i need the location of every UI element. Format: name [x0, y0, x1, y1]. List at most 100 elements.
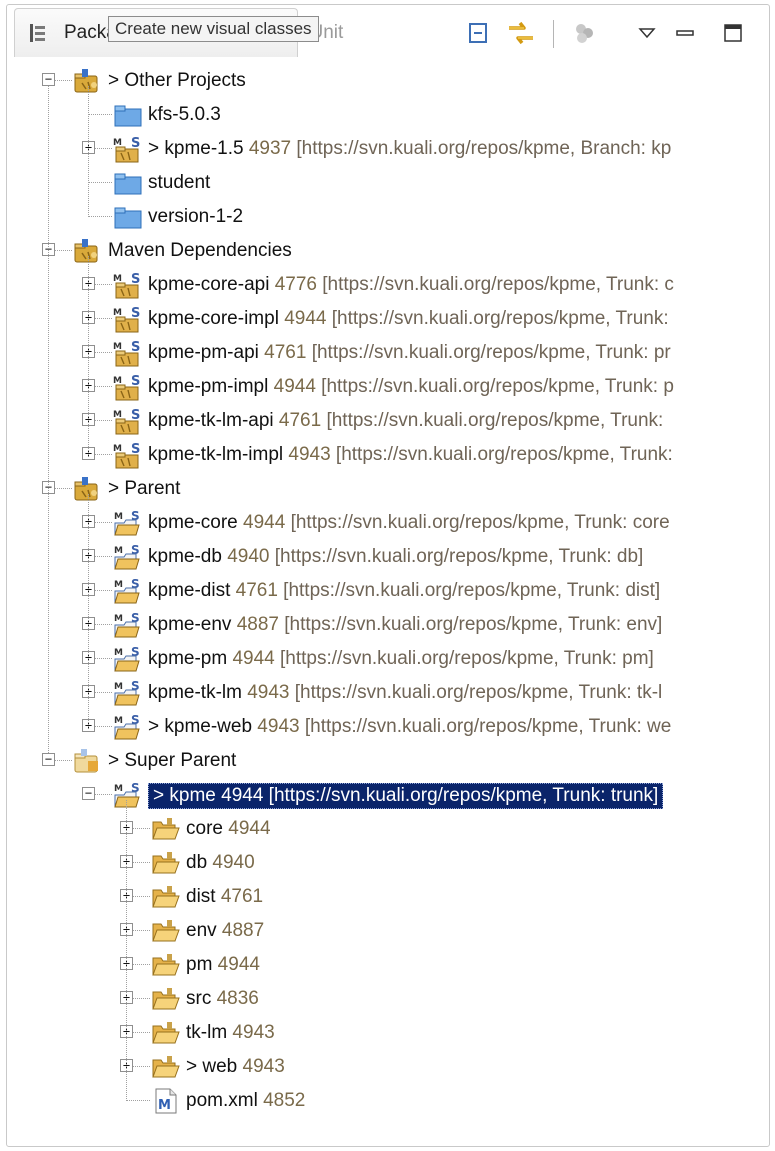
tree-item-label[interactable]: pom.xml 4852 — [186, 1089, 305, 1113]
open-folder-icon — [150, 815, 182, 843]
collapse-toggle-icon[interactable]: − — [82, 787, 95, 800]
tree-item-label[interactable]: kpme-core 4944 [https://svn.kuali.org/re… — [148, 511, 670, 535]
tree-item-label[interactable]: > kpme-1.5 4937 [https://svn.kuali.org/r… — [148, 137, 671, 161]
tree-item-label[interactable]: db 4940 — [186, 851, 255, 875]
tree-item[interactable]: + M S > kpme-1.5 4937 [https://svn.kuali… — [0, 132, 775, 166]
tree-item-label[interactable]: > Parent — [108, 477, 180, 501]
project-folder-icon: M S — [112, 781, 144, 809]
svg-text:M: M — [114, 716, 123, 726]
svn-location: [https://svn.kuali.org/repos/kpme, Trunk… — [278, 614, 663, 635]
svg-text:M: M — [114, 648, 123, 658]
item-name: kpme-core — [148, 512, 238, 533]
view-menu-icon[interactable] — [630, 16, 664, 50]
tree-item-label[interactable]: kpme-env 4887 [https://svn.kuali.org/rep… — [148, 613, 662, 637]
tree-connector — [126, 1100, 150, 1101]
item-name: kpme-tk-lm — [148, 682, 242, 703]
tree-item[interactable]: + M S kpme-dist 4761 [https://svn.kuali.… — [0, 574, 775, 608]
tree-item[interactable]: + pm 4944 — [0, 948, 775, 982]
revision-number: 4943 — [283, 444, 331, 465]
tree-item-label[interactable]: kpme-core-api 4776 [https://svn.kuali.or… — [148, 273, 674, 297]
svg-text:M: M — [114, 614, 123, 624]
tree-item[interactable]: + M S kpme-tk-lm 4943 [https://svn.kuali… — [0, 676, 775, 710]
tree-item[interactable]: + M S kpme-pm-api 4761 [https://svn.kual… — [0, 336, 775, 370]
tree-item[interactable]: + M S kpme-core-api 4776 [https://svn.ku… — [0, 268, 775, 302]
tree-item[interactable]: version-1-2 — [0, 200, 775, 234]
tree-item[interactable]: + M S kpme-tk-lm-api 4761 [https://svn.k… — [0, 404, 775, 438]
tree-item-label[interactable]: kpme-pm 4944 [https://svn.kuali.org/repo… — [148, 647, 654, 671]
tree-connector — [95, 420, 112, 421]
tree-item[interactable]: + db 4940 — [0, 846, 775, 880]
package-explorer-icon — [30, 24, 45, 42]
collapse-all-icon[interactable] — [462, 16, 496, 50]
tree-item-label[interactable]: env 4887 — [186, 919, 264, 943]
minimize-icon[interactable] — [668, 16, 702, 50]
tree-item-label[interactable]: Maven Dependencies — [108, 239, 292, 263]
tree-item-label[interactable]: version-1-2 — [148, 205, 243, 229]
revision-number: 4887 — [216, 920, 265, 941]
tree-item-label[interactable]: > kpme-web 4943 [https://svn.kuali.org/r… — [148, 715, 671, 739]
tree-item[interactable]: + core 4944 — [0, 812, 775, 846]
svn-location: [https://svn.kuali.org/repos/kpme, Trunk… — [274, 648, 654, 669]
revision-number: 4943 — [241, 682, 290, 703]
tree-item-label[interactable]: > Other Projects — [108, 69, 246, 93]
tree-connector — [95, 590, 112, 591]
revision-number: 4836 — [211, 988, 259, 1009]
tree-item-label[interactable]: kfs-5.0.3 — [148, 103, 221, 127]
tree-group-parent[interactable]: − > Parent — [0, 472, 775, 506]
tree-item-label[interactable]: kpme-db 4940 [https://svn.kuali.org/repo… — [148, 545, 643, 569]
tree-connector — [88, 182, 112, 183]
link-with-editor-icon[interactable] — [504, 16, 538, 50]
tree-item[interactable]: + dist 4761 — [0, 880, 775, 914]
revision-number: 4944 — [237, 512, 286, 533]
tree-group-super-parent[interactable]: − > Super Parent — [0, 744, 775, 778]
tree-item-label[interactable]: kpme-tk-lm-api 4761 [https://svn.kuali.o… — [148, 409, 663, 433]
tree-item-label[interactable]: kpme-pm-api 4761 [https://svn.kuali.org/… — [148, 341, 671, 365]
revision-number: 4761 — [258, 342, 307, 363]
tree-item-label[interactable]: student — [148, 171, 210, 195]
item-name: kpme-db — [148, 546, 222, 567]
tree-item-label[interactable]: src 4836 — [186, 987, 259, 1011]
tree-item-label[interactable]: kpme-tk-lm 4943 [https://svn.kuali.org/r… — [148, 681, 662, 705]
tree-item-label[interactable]: > web 4943 — [186, 1055, 285, 1079]
tree-item[interactable]: + tk-lm 4943 — [0, 1016, 775, 1050]
tree-item[interactable]: + M S kpme-db 4940 [https://svn.kuali.or… — [0, 540, 775, 574]
tree-connector — [88, 216, 112, 217]
item-name: student — [148, 172, 211, 193]
tree-item-label[interactable]: kpme-dist 4761 [https://svn.kuali.org/re… — [148, 579, 660, 603]
tree-item-label[interactable]: > kpme 4944 [https://svn.kuali.org/repos… — [148, 783, 664, 809]
item-name: core — [186, 818, 223, 839]
tree-item-label[interactable]: kpme-pm-impl 4944 [https://svn.kuali.org… — [148, 375, 674, 399]
tree-item-label[interactable]: tk-lm 4943 — [186, 1021, 275, 1045]
tree-item[interactable]: kfs-5.0.3 — [0, 98, 775, 132]
project-folder-icon: M S — [112, 679, 144, 707]
collapse-toggle-icon[interactable]: − — [42, 73, 55, 86]
tree-item-label[interactable]: core 4944 — [186, 817, 271, 841]
tree-item[interactable]: + M S kpme-core 4944 [https://svn.kuali.… — [0, 506, 775, 540]
tree-item-label[interactable]: kpme-tk-lm-impl 4943 [https://svn.kuali.… — [148, 443, 673, 467]
tree-item-kpme[interactable]: − M S > kpme 4944 [https://svn.kuali.org… — [0, 778, 775, 812]
tree-group-maven-dependencies[interactable]: − Maven Dependencies — [0, 234, 775, 268]
project-folder-icon: M S — [112, 509, 144, 537]
tree-item[interactable]: + M S kpme-env 4887 [https://svn.kuali.o… — [0, 608, 775, 642]
tree-item[interactable]: + M S kpme-core-impl 4944 [https://svn.k… — [0, 302, 775, 336]
svg-text:M: M — [114, 580, 123, 590]
tree-item[interactable]: + src 4836 — [0, 982, 775, 1016]
tree-item[interactable]: + > web 4943 — [0, 1050, 775, 1084]
tree-item[interactable]: Mpom.xml 4852 — [0, 1084, 775, 1118]
collapse-toggle-icon[interactable]: − — [42, 753, 55, 766]
tree-item-label[interactable]: dist 4761 — [186, 885, 263, 909]
tree-item-label[interactable]: kpme-core-impl 4944 [https://svn.kuali.o… — [148, 307, 669, 331]
tree-item[interactable]: + env 4887 — [0, 914, 775, 948]
revision-number: 4852 — [257, 1090, 306, 1111]
revision-number: 4944 — [212, 954, 260, 975]
tree-item[interactable]: + M S kpme-pm 4944 [https://svn.kuali.or… — [0, 642, 775, 676]
tree-item[interactable]: student — [0, 166, 775, 200]
tree-item[interactable]: + M S kpme-tk-lm-impl 4943 [https://svn.… — [0, 438, 775, 472]
tree-item-label[interactable]: pm 4944 — [186, 953, 260, 977]
svn-location: [https://svn.kuali.org/repos/kpme, Trunk… — [299, 716, 672, 737]
tree-group-other-projects[interactable]: − > Other Projects — [0, 64, 775, 98]
tree-item[interactable]: + M S kpme-pm-impl 4944 [https://svn.kua… — [0, 370, 775, 404]
tree-item-label[interactable]: > Super Parent — [108, 749, 236, 773]
tree-item[interactable]: + M S > kpme-web 4943 [https://svn.kuali… — [0, 710, 775, 744]
maximize-icon[interactable] — [716, 16, 750, 50]
